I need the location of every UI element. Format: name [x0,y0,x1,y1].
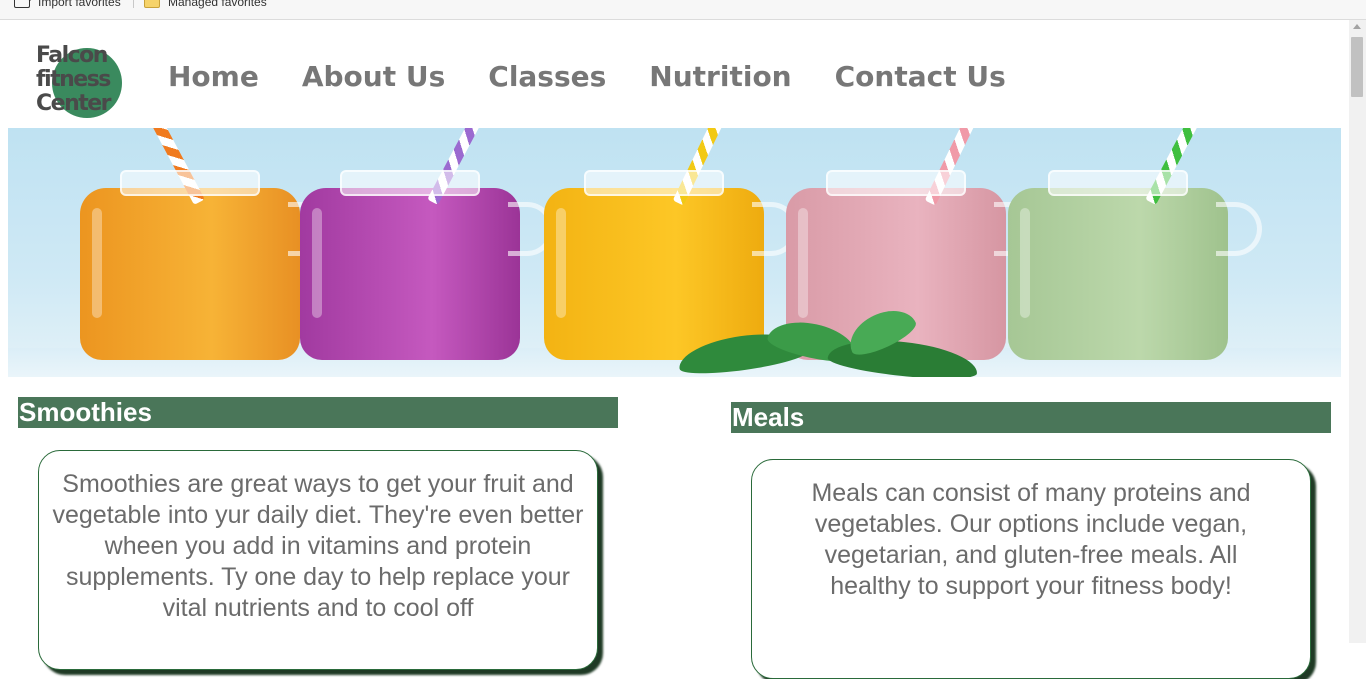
logo-line-1: Falcon [36,43,108,68]
green-smoothie-jar [1008,128,1262,360]
smoothies-heading: Smoothies [18,397,618,428]
smoothies-text: Smoothies are great ways to get your fru… [52,470,584,622]
folder-icon [144,0,160,8]
nav-classes[interactable]: Classes [488,60,606,93]
favorites-bar: Import favorites Managed favorites [0,0,1366,20]
meals-card: Meals can consist of many proteins and v… [751,459,1311,679]
yellow-smoothie-jar [544,128,798,360]
main-nav: Home About Us Classes Nutrition Contact … [168,60,1049,93]
nav-home[interactable]: Home [168,60,259,93]
hero-smoothie-banner [8,128,1341,377]
logo-line-3: Center [36,91,112,116]
scrollbar-thumb[interactable] [1351,37,1363,97]
favorite-managed[interactable]: Managed favorites [144,0,267,9]
nav-contact-us[interactable]: Contact Us [835,60,1006,93]
import-icon [14,0,30,8]
meals-heading: Meals [731,402,1331,433]
site-logo[interactable]: Falcon fitness Center [36,44,126,124]
nav-about-us[interactable]: About Us [302,60,445,93]
favorites-separator [133,0,134,8]
smoothies-card: Smoothies are great ways to get your fru… [38,450,598,670]
meals-text: Meals can consist of many proteins and v… [811,479,1251,600]
logo-line-2: fitness [36,67,111,92]
favorite-managed-label: Managed favorites [168,0,267,9]
favorite-import[interactable]: Import favorites [14,0,121,9]
favorite-import-label: Import favorites [38,0,121,9]
purple-smoothie-jar [300,128,554,360]
orange-smoothie-jar [80,128,334,360]
vertical-scrollbar[interactable] [1349,20,1366,643]
nav-nutrition[interactable]: Nutrition [649,60,791,93]
scroll-up-arrow-icon[interactable] [1353,24,1361,29]
logo-text: Falcon fitness Center [36,43,112,116]
